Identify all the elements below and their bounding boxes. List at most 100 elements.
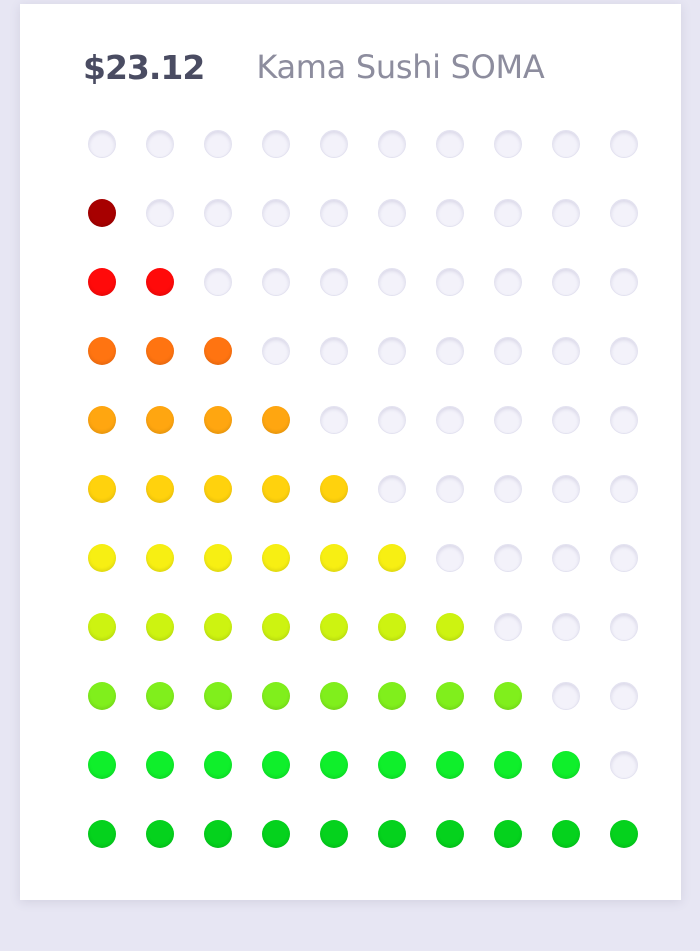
filled-dot bbox=[320, 682, 348, 710]
empty-dot bbox=[378, 475, 406, 503]
filled-dot bbox=[378, 820, 406, 848]
filled-dot bbox=[146, 751, 174, 779]
empty-dot bbox=[320, 130, 348, 158]
filled-dot bbox=[436, 613, 464, 641]
empty-dot bbox=[610, 751, 638, 779]
empty-dot bbox=[494, 337, 522, 365]
empty-dot bbox=[610, 199, 638, 227]
filled-dot bbox=[552, 751, 580, 779]
empty-dot bbox=[436, 337, 464, 365]
filled-dot bbox=[88, 544, 116, 572]
empty-dot bbox=[378, 268, 406, 296]
empty-dot bbox=[610, 682, 638, 710]
filled-dot bbox=[204, 475, 232, 503]
filled-dot bbox=[146, 268, 174, 296]
filled-dot bbox=[262, 406, 290, 434]
filled-dot bbox=[204, 337, 232, 365]
filled-dot bbox=[262, 475, 290, 503]
filled-dot bbox=[88, 475, 116, 503]
empty-dot bbox=[610, 613, 638, 641]
empty-dot bbox=[494, 406, 522, 434]
filled-dot bbox=[146, 682, 174, 710]
filled-dot bbox=[88, 406, 116, 434]
filled-dot bbox=[262, 544, 290, 572]
filled-dot bbox=[436, 820, 464, 848]
filled-dot bbox=[262, 751, 290, 779]
empty-dot bbox=[494, 130, 522, 158]
empty-dot bbox=[378, 130, 406, 158]
empty-dot bbox=[610, 130, 638, 158]
filled-dot bbox=[262, 682, 290, 710]
filled-dot bbox=[146, 544, 174, 572]
filled-dot bbox=[204, 406, 232, 434]
filled-dot bbox=[146, 406, 174, 434]
filled-dot bbox=[378, 751, 406, 779]
filled-dot bbox=[320, 751, 348, 779]
empty-dot bbox=[320, 199, 348, 227]
empty-dot bbox=[552, 475, 580, 503]
empty-dot bbox=[320, 406, 348, 434]
empty-dot bbox=[262, 199, 290, 227]
empty-dot bbox=[436, 268, 464, 296]
filled-dot bbox=[320, 613, 348, 641]
empty-dot bbox=[610, 544, 638, 572]
filled-dot bbox=[552, 820, 580, 848]
filled-dot bbox=[146, 820, 174, 848]
empty-dot bbox=[436, 199, 464, 227]
filled-dot bbox=[88, 820, 116, 848]
empty-dot bbox=[262, 337, 290, 365]
filled-dot bbox=[88, 751, 116, 779]
filled-dot bbox=[378, 682, 406, 710]
empty-dot bbox=[552, 682, 580, 710]
empty-dot bbox=[436, 544, 464, 572]
empty-dot bbox=[494, 268, 522, 296]
expense-card: $23.12 Kama Sushi SOMA bbox=[20, 4, 681, 900]
empty-dot bbox=[436, 406, 464, 434]
filled-dot bbox=[320, 475, 348, 503]
filled-dot bbox=[494, 682, 522, 710]
filled-dot bbox=[88, 337, 116, 365]
filled-dot bbox=[88, 682, 116, 710]
empty-dot bbox=[204, 199, 232, 227]
empty-dot bbox=[378, 406, 406, 434]
empty-dot bbox=[552, 199, 580, 227]
filled-dot bbox=[436, 751, 464, 779]
empty-dot bbox=[262, 268, 290, 296]
filled-dot bbox=[204, 613, 232, 641]
filled-dot bbox=[320, 820, 348, 848]
empty-dot bbox=[552, 268, 580, 296]
empty-dot bbox=[378, 199, 406, 227]
filled-dot bbox=[378, 613, 406, 641]
empty-dot bbox=[146, 130, 174, 158]
empty-dot bbox=[552, 130, 580, 158]
empty-dot bbox=[610, 337, 638, 365]
empty-dot bbox=[610, 475, 638, 503]
empty-dot bbox=[378, 337, 406, 365]
filled-dot bbox=[204, 820, 232, 848]
filled-dot bbox=[146, 613, 174, 641]
filled-dot bbox=[494, 820, 522, 848]
empty-dot bbox=[320, 268, 348, 296]
filled-dot bbox=[204, 682, 232, 710]
empty-dot bbox=[552, 613, 580, 641]
empty-dot bbox=[88, 130, 116, 158]
filled-dot bbox=[204, 751, 232, 779]
empty-dot bbox=[320, 337, 348, 365]
filled-dot bbox=[378, 544, 406, 572]
empty-dot bbox=[262, 130, 290, 158]
filled-dot bbox=[88, 268, 116, 296]
filled-dot bbox=[262, 613, 290, 641]
empty-dot bbox=[146, 199, 174, 227]
filled-dot bbox=[320, 544, 348, 572]
filled-dot bbox=[146, 337, 174, 365]
empty-dot bbox=[610, 268, 638, 296]
filled-dot bbox=[610, 820, 638, 848]
filled-dot bbox=[88, 613, 116, 641]
filled-dot bbox=[262, 820, 290, 848]
filled-dot bbox=[436, 682, 464, 710]
filled-dot bbox=[494, 751, 522, 779]
empty-dot bbox=[552, 337, 580, 365]
empty-dot bbox=[552, 544, 580, 572]
empty-dot bbox=[494, 475, 522, 503]
filled-dot bbox=[146, 475, 174, 503]
